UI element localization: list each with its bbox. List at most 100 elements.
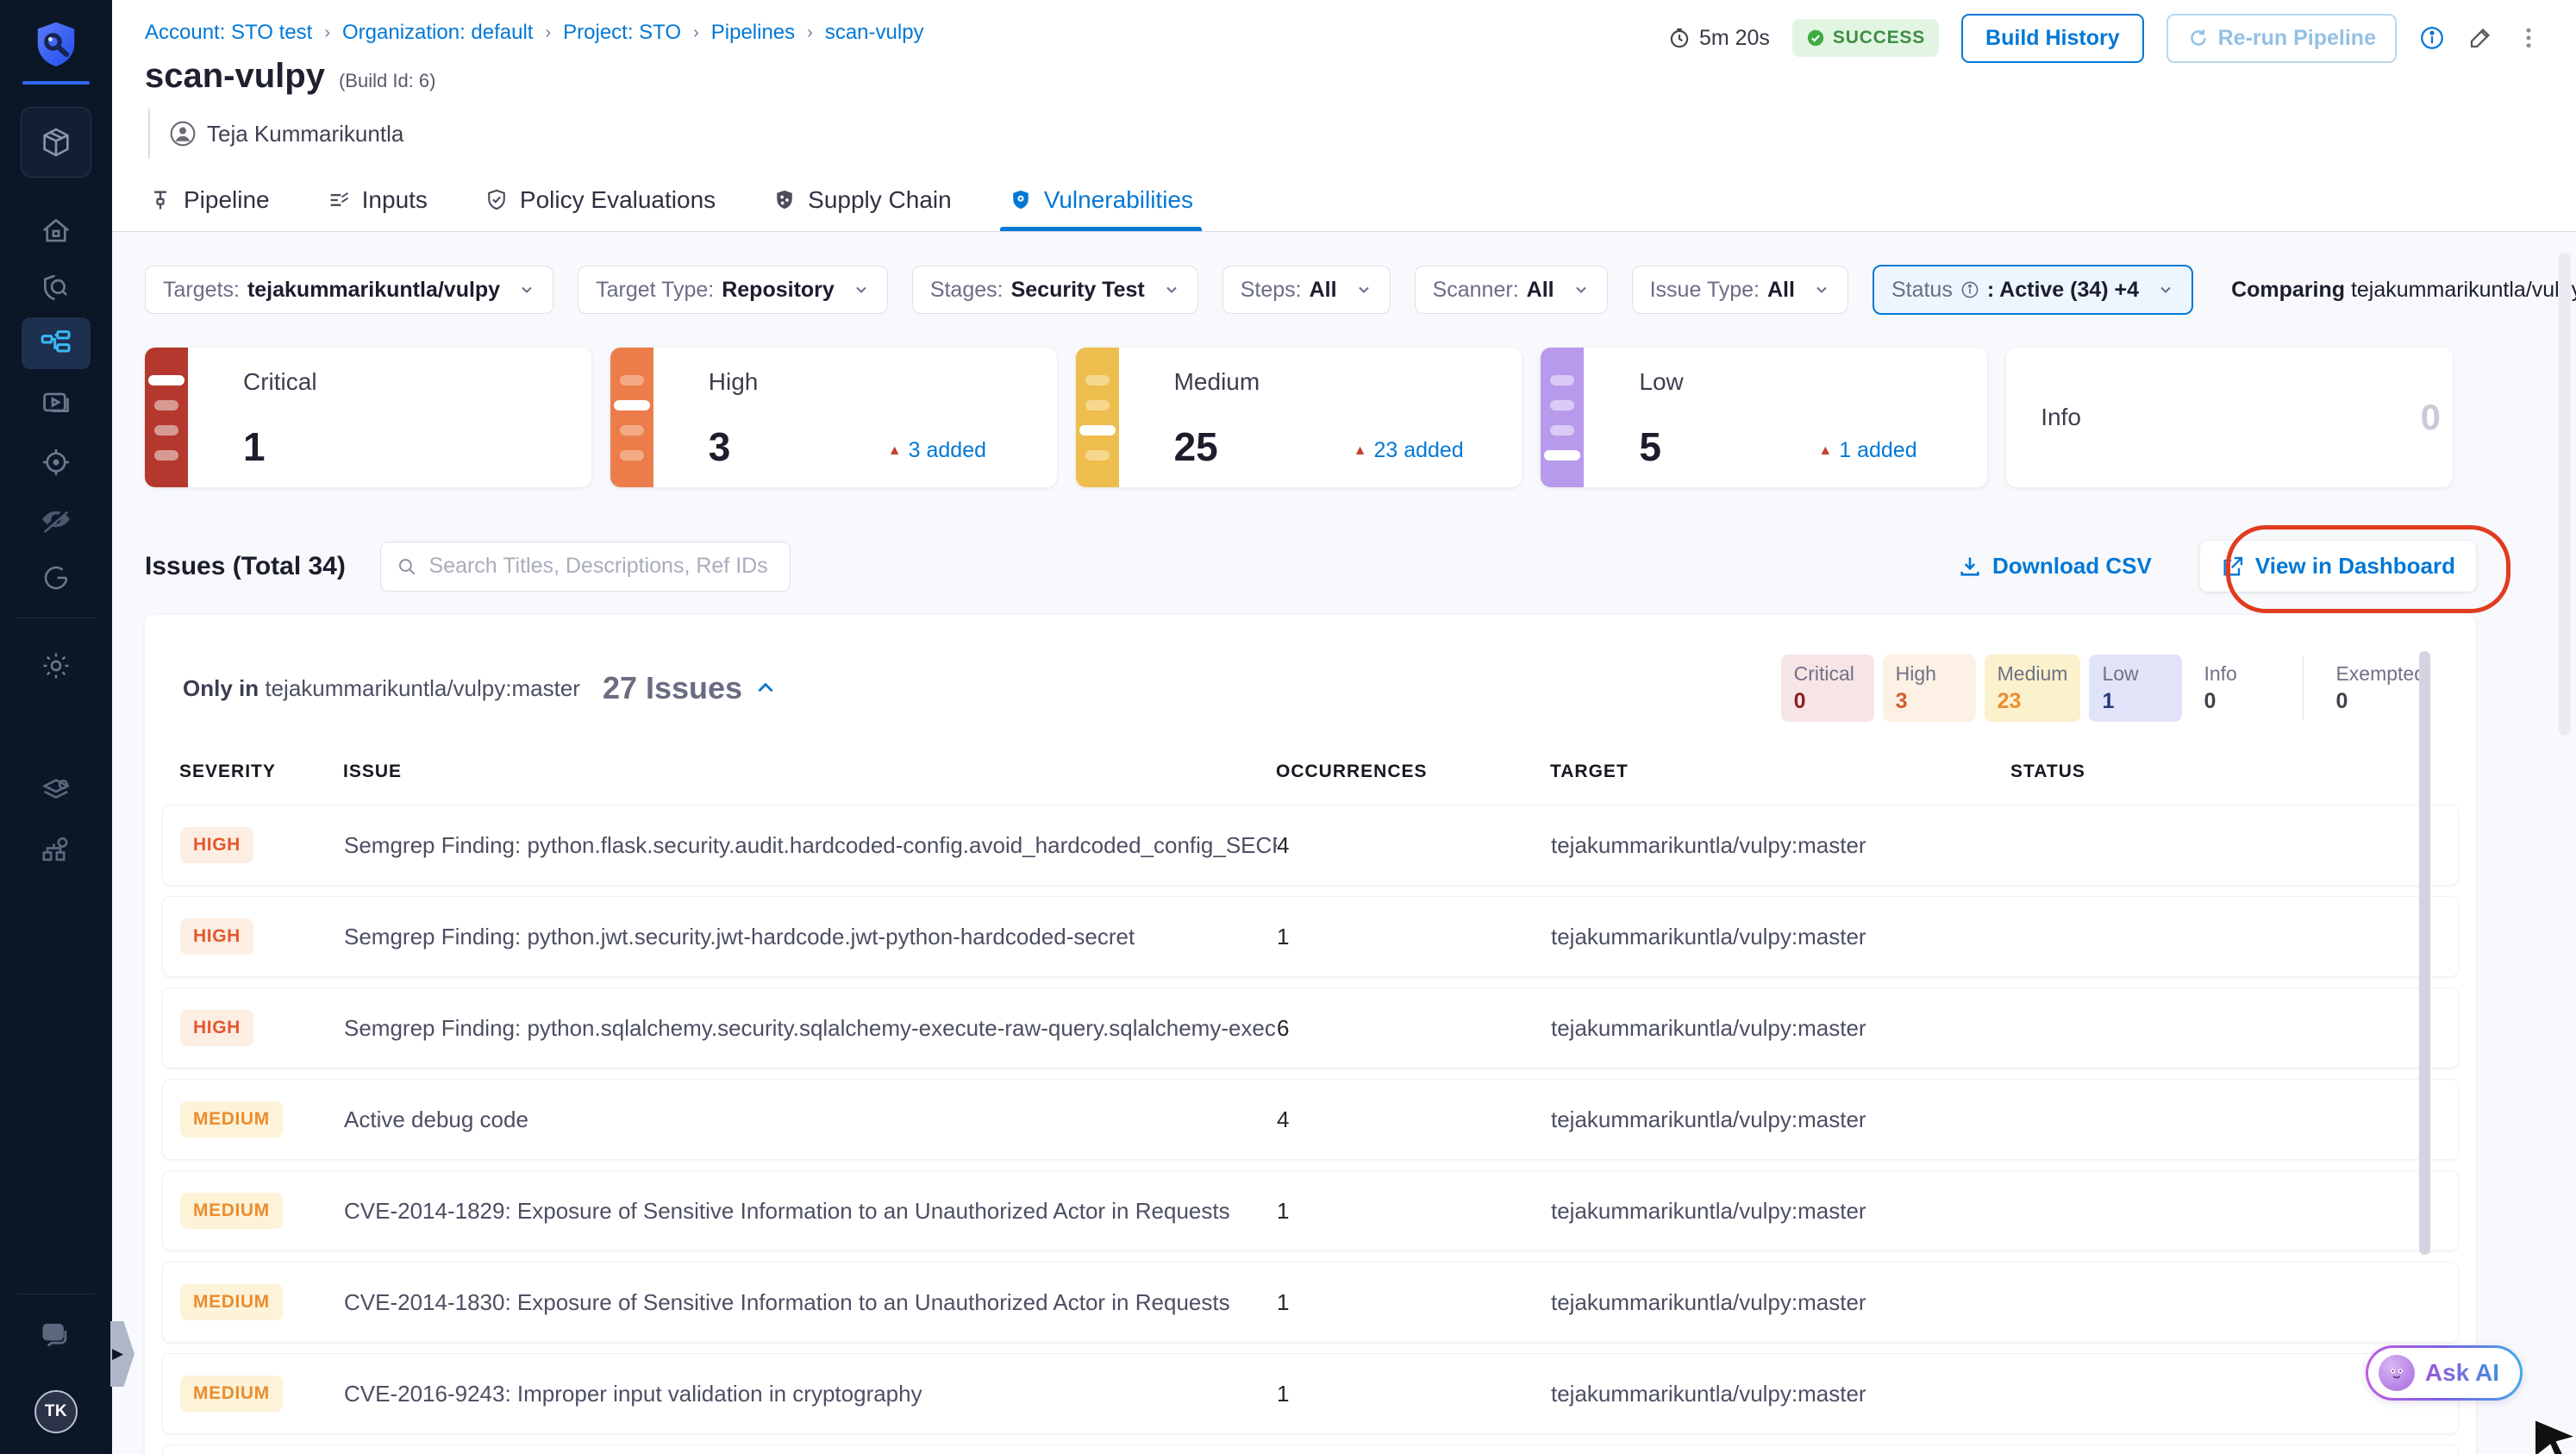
filter-steps[interactable]: Steps: All	[1222, 266, 1391, 314]
executions-icon	[43, 392, 69, 413]
breadcrumb-link[interactable]: Pipelines	[711, 21, 795, 45]
chevron-up-icon[interactable]	[754, 677, 777, 699]
table-row[interactable]: MEDIUM Active debug code 4 tejakummarikuntl…	[162, 1079, 2459, 1160]
severity-card-count: 25	[1173, 424, 1218, 469]
kebab-menu-icon[interactable]	[2516, 25, 2542, 51]
sidebar-item-home[interactable]	[22, 205, 91, 257]
check-circle-icon	[1807, 29, 1824, 47]
issue-cell[interactable]: CVE-2014-1830: Exposure of Sensitive Inf…	[344, 1289, 1277, 1316]
mouse-cursor	[2534, 1418, 2576, 1454]
gear-icon	[43, 653, 69, 679]
severity-card-critical[interactable]: Critical 1	[145, 348, 591, 487]
issues-search[interactable]	[379, 541, 791, 592]
severity-card-low[interactable]: Low 5 ▲ 1 added	[1541, 348, 1988, 487]
occurrences-cell: 1	[1277, 923, 1290, 949]
edit-pencil-icon[interactable]	[2467, 25, 2493, 51]
tab-policy-evaluations[interactable]: Policy Evaluations	[481, 169, 719, 231]
table-row[interactable]: HIGH Semgrep Finding: python.sqlalchemy.s…	[162, 987, 2459, 1069]
tab-vulnerabilities[interactable]: Vulnerabilities	[999, 169, 1203, 231]
chip-label: Low	[2102, 662, 2139, 685]
tab-pipeline[interactable]: Pipeline	[145, 169, 273, 231]
filter-targets[interactable]: Targets: tejakummarikuntla/vulpy	[145, 266, 554, 314]
clock-icon	[1670, 28, 1689, 48]
ask-ai-button[interactable]: Ask AI	[2365, 1345, 2523, 1401]
view-in-dashboard-button[interactable]: View in Dashboard	[2199, 541, 2476, 592]
module-selector-button[interactable]	[21, 107, 91, 178]
chip-count: 0	[1793, 689, 1806, 713]
severity-dash	[154, 449, 178, 461]
breadcrumb-link[interactable]: Organization: default	[342, 21, 533, 45]
sidebar-item-help[interactable]: ?	[22, 1309, 91, 1361]
tab-supply-chain[interactable]: Supply Chain	[769, 169, 955, 231]
filter-scanner[interactable]: Scanner: All	[1414, 266, 1608, 314]
filter-value: All	[1526, 277, 1554, 302]
vulnerabilities-content: Targets: tejakummarikuntla/vulpy Target Ty…	[112, 232, 2576, 1454]
severity-cell: HIGH	[163, 1010, 344, 1046]
breadcrumb-link[interactable]: Account: STO test	[145, 21, 312, 45]
chip-count: 0	[2204, 689, 2216, 713]
severity-card-high[interactable]: High 3 ▲ 3 added	[610, 348, 1057, 487]
issue-cell[interactable]: CVE-2016-9243: Improper input validation…	[344, 1381, 1277, 1407]
filter-issue-type[interactable]: Issue Type: All	[1631, 266, 1848, 314]
sidebar-item-default-settings[interactable]	[22, 766, 91, 818]
table-row[interactable]: MEDIUM	[162, 1445, 2459, 1454]
issue-cell[interactable]: Semgrep Finding: python.jwt.security.jwt…	[344, 924, 1277, 950]
sidebar-item-scans[interactable]	[22, 262, 91, 314]
download-csv-button[interactable]: Download CSV	[1958, 553, 2152, 580]
group-severity-chips: Critical 0 High 3 Medium 23 Low 1 Info 0 Exempted 0	[1780, 655, 2438, 722]
issue-cell[interactable]: Semgrep Finding: python.sqlalchemy.secur…	[344, 1015, 1277, 1042]
chip-label: Critical	[1793, 662, 1854, 685]
issues-panel: Only in tejakummarikuntla/vulpy:master 2…	[145, 615, 2476, 1454]
column-header-target: TARGET	[1550, 761, 1629, 781]
author-row: Teja Kummarikuntla	[148, 109, 403, 159]
left-nav-sidebar: ? TK	[0, 0, 112, 1454]
breadcrumb-link[interactable]: scan-vulpy	[825, 21, 924, 45]
sidebar-item-settings[interactable]	[22, 640, 91, 692]
page-scrollbar[interactable]	[2559, 253, 2571, 736]
target-cell: tejakummarikuntla/vulpy:master	[1551, 1014, 1866, 1041]
issue-cell[interactable]: CVE-2014-1829: Exposure of Sensitive Inf…	[344, 1198, 1277, 1225]
severity-dash	[1550, 374, 1575, 385]
sidebar-item-sessions[interactable]	[22, 552, 91, 604]
severity-card-bar	[1075, 348, 1119, 487]
table-scrollbar[interactable]	[2419, 651, 2430, 1255]
rerun-icon	[2190, 29, 2206, 46]
table-row[interactable]: HIGH Semgrep Finding: python.jwt.security…	[162, 896, 2459, 977]
table-row[interactable]: MEDIUM CVE-2014-1829: Exposure of Sensiti…	[162, 1170, 2459, 1251]
tab-inputs[interactable]: Inputs	[323, 169, 431, 231]
rerun-pipeline-button[interactable]: Re-run Pipeline	[2166, 13, 2397, 63]
breadcrumb-link[interactable]: Project: STO	[563, 21, 681, 45]
target-cell: tejakummarikuntla/vulpy:master	[1551, 831, 1866, 858]
sidebar-item-executions[interactable]	[22, 378, 91, 429]
filter-value: All	[1309, 277, 1337, 302]
table-row[interactable]: HIGH Semgrep Finding: python.flask.securi…	[162, 805, 2459, 886]
filter-stages[interactable]: Stages: Security Test	[911, 266, 1198, 314]
info-icon[interactable]	[2419, 25, 2445, 51]
build-history-button[interactable]: Build History	[1961, 13, 2144, 63]
sidebar-item-targets[interactable]	[22, 436, 91, 488]
issue-group-header[interactable]: Only in tejakummarikuntla/vulpy:master 2…	[145, 615, 2476, 722]
harness-sto-logo-icon[interactable]	[30, 19, 82, 71]
issue-cell[interactable]: Semgrep Finding: python.flask.security.a…	[344, 832, 1277, 859]
chevron-down-icon	[1355, 281, 1372, 298]
chevron-down-icon	[1572, 281, 1590, 298]
severity-card-label: Critical	[243, 368, 317, 395]
issues-toolbar: Issues (Total 34) Download CSV View in D…	[145, 525, 2510, 613]
scan-shield-icon	[43, 274, 67, 301]
severity-card-medium[interactable]: Medium 25 ▲ 23 added	[1075, 348, 1522, 487]
search-input[interactable]	[427, 553, 774, 580]
filter-status[interactable]: Status: Active (34) +4	[1872, 265, 2194, 315]
occurrences-cell: 1	[1277, 1197, 1290, 1224]
filter-target-type[interactable]: Target Type: Repository	[578, 266, 888, 314]
severity-card-label: Low	[1639, 368, 1684, 395]
user-avatar[interactable]: TK	[34, 1390, 78, 1433]
table-row[interactable]: MEDIUM CVE-2014-1830: Exposure of Sensiti…	[162, 1262, 2459, 1343]
filter-info-icon[interactable]	[1960, 280, 1979, 299]
issue-cell[interactable]: Active debug code	[344, 1106, 1277, 1133]
sidebar-item-org-settings[interactable]	[22, 824, 91, 876]
sidebar-item-hidden[interactable]	[22, 493, 91, 545]
sidebar-item-pipelines[interactable]	[22, 317, 91, 369]
table-row[interactable]: MEDIUM CVE-2016-9243: Improper input vali…	[162, 1353, 2459, 1434]
severity-card-info[interactable]: Info 0	[2006, 348, 2453, 487]
severity-dash	[619, 449, 644, 461]
